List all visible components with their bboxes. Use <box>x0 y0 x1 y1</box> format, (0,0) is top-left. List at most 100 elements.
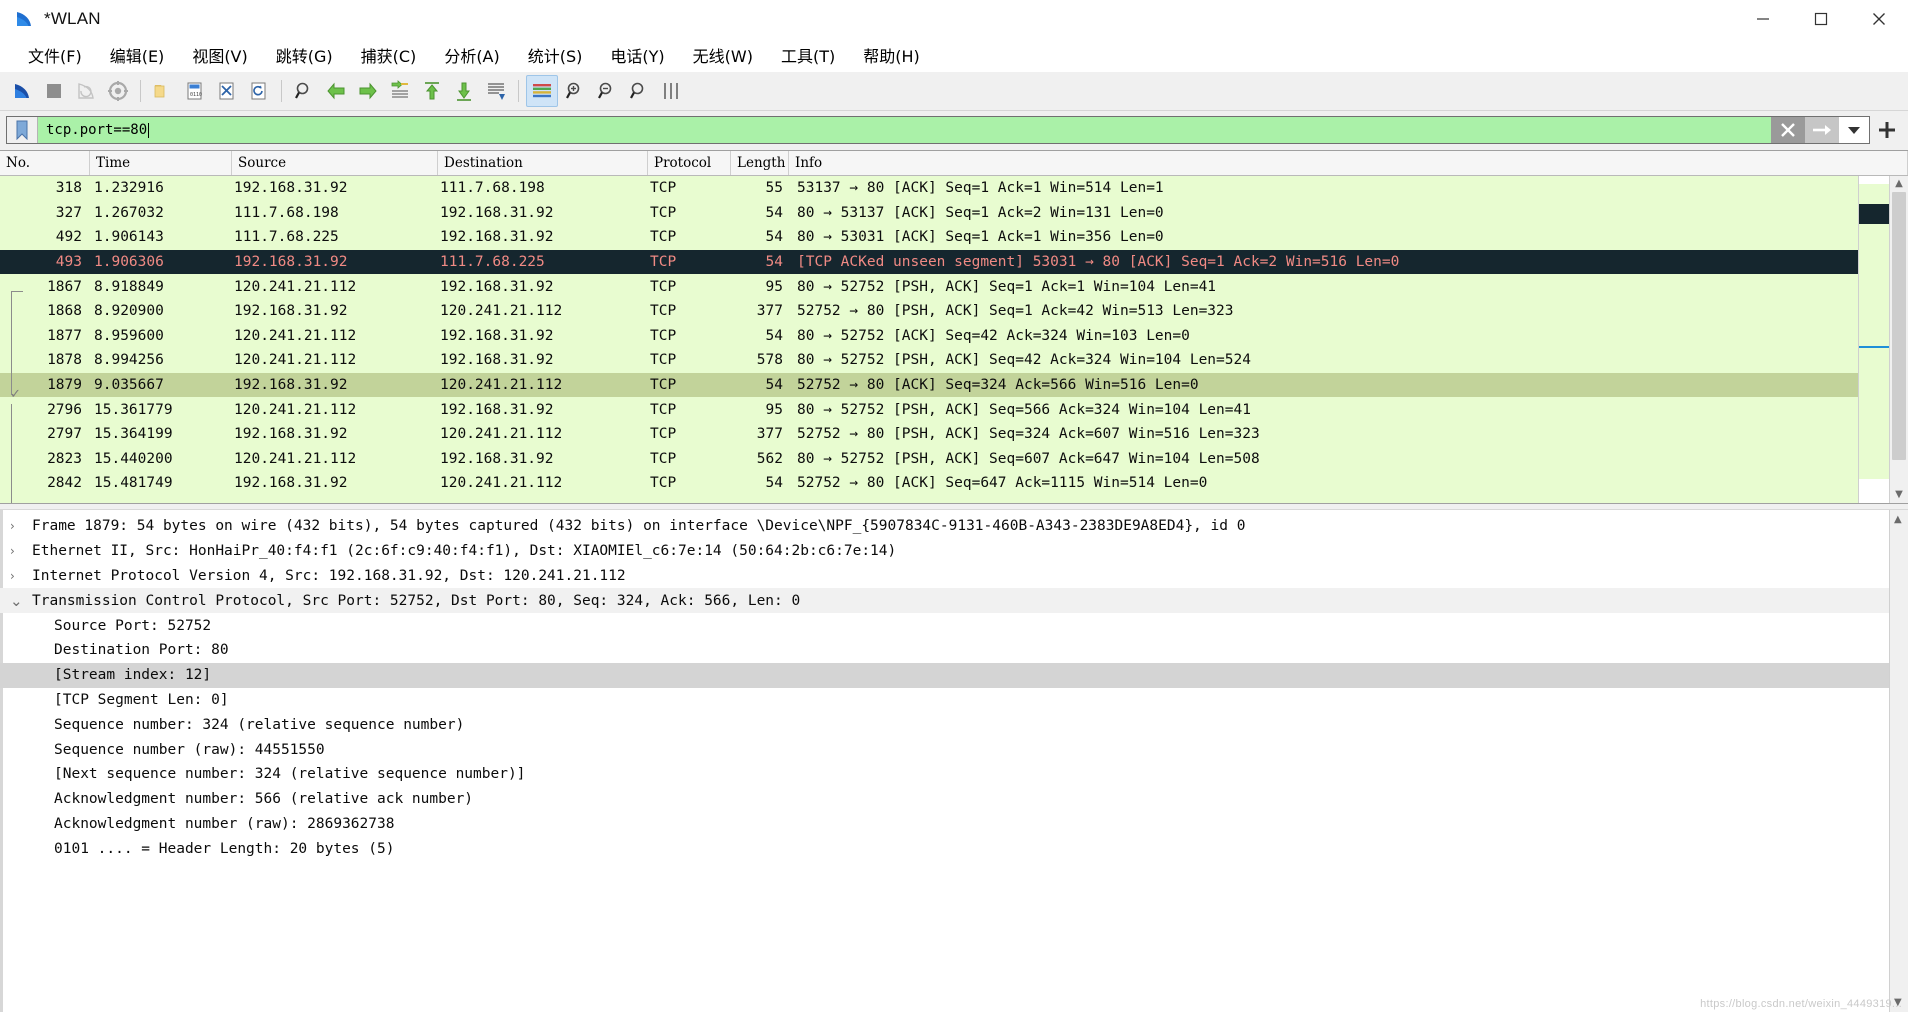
minimize-button[interactable] <box>1734 0 1792 38</box>
zoom-out-icon[interactable] <box>592 76 622 106</box>
packet-list-rows[interactable]: ✓ 318 1.232916 192.168.31.92 111.7.68.198 TC… <box>0 176 1858 503</box>
chevron-right-icon[interactable]: › <box>10 519 32 533</box>
detail-tree-row[interactable]: › Internet Protocol Version 4, Src: 192.1… <box>0 564 1889 589</box>
menu-file[interactable]: 文件(F) <box>14 39 96 71</box>
table-row[interactable]: 1878 8.994256 120.241.21.112 192.168.31.92 T… <box>0 348 1858 373</box>
cell-info: 80 → 53031 [ACK] Seq=1 Ack=1 Win=356 Len… <box>797 229 1164 246</box>
detail-tree-row[interactable]: Source Port: 52752 <box>0 613 1889 638</box>
menu-analyze[interactable]: 分析(A) <box>430 39 513 71</box>
menu-statistics[interactable]: 统计(S) <box>514 39 597 71</box>
detail-tree-row[interactable]: Sequence number: 324 (relative sequence … <box>0 712 1889 737</box>
cell-dst: 192.168.31.92 <box>440 352 554 369</box>
column-header-source[interactable]: Source <box>232 151 438 175</box>
menu-goto[interactable]: 跳转(G) <box>262 39 347 71</box>
cell-len: 95 <box>765 278 783 295</box>
detail-tree-row[interactable]: ⌄ Transmission Control Protocol, Src Port… <box>0 588 1889 614</box>
table-row[interactable]: 2796 15.361779 120.241.21.112 192.168.31.92… <box>0 397 1858 422</box>
detail-tree-row[interactable]: Acknowledgment number (raw): 2869362738 <box>0 812 1889 837</box>
detail-tree-row[interactable]: Acknowledgment number: 566 (relative ack… <box>0 787 1889 812</box>
start-capture-icon[interactable] <box>7 76 37 106</box>
zoom-reset-icon[interactable] <box>624 76 654 106</box>
column-header-protocol[interactable]: Protocol <box>648 151 731 175</box>
column-header-info[interactable]: Info <box>789 151 1908 175</box>
table-row[interactable]: 2842 15.481749 192.168.31.92 120.241.21.112… <box>0 471 1858 496</box>
cell-time: 9.035667 <box>94 377 164 394</box>
apply-filter-icon[interactable] <box>1805 117 1839 143</box>
column-header-destination[interactable]: Destination <box>438 151 648 175</box>
table-row[interactable]: 327 1.267032 111.7.68.198 192.168.31.92 TCP 5… <box>0 201 1858 226</box>
go-forward-arrow-icon[interactable] <box>353 76 383 106</box>
table-row[interactable]: 492 1.906143 111.7.68.225 192.168.31.92 TCP 5… <box>0 225 1858 250</box>
zoom-in-icon[interactable] <box>560 76 590 106</box>
display-filter-input[interactable]: tcp.port==80 <box>38 117 1771 143</box>
open-file-folder-icon[interactable] <box>148 76 178 106</box>
table-row[interactable]: 493 1.906306 192.168.31.92 111.7.68.225 TCP 5… <box>0 249 1858 275</box>
packet-list-pane: No. Time Source Destination Protocol Len… <box>0 150 1908 503</box>
table-row[interactable]: 318 1.232916 192.168.31.92 111.7.68.198 TCP 5… <box>0 176 1858 201</box>
packet-details-scrollbar[interactable]: ▲ ▼ <box>1889 510 1908 1012</box>
column-header-no[interactable]: No. <box>0 151 90 175</box>
cell-proto: TCP <box>650 204 677 221</box>
autoscroll-icon[interactable] <box>481 76 511 106</box>
pane-splitter[interactable] <box>0 503 1908 510</box>
cell-time: 1.906306 <box>94 254 164 271</box>
table-row[interactable]: 1877 8.959600 120.241.21.112 192.168.31.92 T… <box>0 324 1858 349</box>
menu-wireless[interactable]: 无线(W) <box>679 39 767 71</box>
menu-view[interactable]: 视图(V) <box>178 39 261 71</box>
chevron-down-icon[interactable]: ⌄ <box>10 593 32 608</box>
scroll-up-arrow-icon[interactable]: ▲ <box>1895 176 1903 192</box>
cell-time: 1.906143 <box>94 229 164 246</box>
find-packet-magnifier-icon[interactable] <box>289 76 319 106</box>
table-row[interactable]: 2823 15.440200 120.241.21.112 192.168.31.92… <box>0 447 1858 472</box>
detail-tree-row[interactable]: Destination Port: 80 <box>0 638 1889 663</box>
save-file-icon[interactable]: 0110 <box>180 76 210 106</box>
detail-tree-row[interactable]: › Frame 1879: 54 bytes on wire (432 bits)… <box>0 514 1889 539</box>
go-last-packet-icon[interactable] <box>449 76 479 106</box>
detail-tree-row[interactable]: 0101 .... = Header Length: 20 bytes (5) <box>0 836 1889 861</box>
chevron-right-icon[interactable]: › <box>10 544 32 558</box>
packet-list-scrollbar[interactable]: ▲ ▼ <box>1889 176 1908 503</box>
detail-tree-row[interactable]: Sequence number (raw): 44551550 <box>0 737 1889 762</box>
detail-tree-row[interactable]: [Stream index: 12] <box>0 662 1889 688</box>
restart-capture-icon[interactable] <box>71 76 101 106</box>
menu-tools[interactable]: 工具(T) <box>767 39 849 71</box>
table-row[interactable]: 1879 9.035667 192.168.31.92 120.241.21.112 T… <box>0 372 1858 398</box>
menu-capture[interactable]: 捕获(C) <box>347 39 431 71</box>
stop-capture-icon[interactable] <box>39 76 69 106</box>
filter-history-dropdown-icon[interactable] <box>1839 117 1869 143</box>
scroll-down-arrow-icon[interactable]: ▼ <box>1895 487 1903 503</box>
go-to-packet-icon[interactable] <box>385 76 415 106</box>
close-button[interactable] <box>1850 0 1908 38</box>
menu-telephony[interactable]: 电话(Y) <box>596 39 678 71</box>
scrollbar-thumb[interactable] <box>1892 192 1906 460</box>
close-file-icon[interactable] <box>212 76 242 106</box>
details-scroll-up-arrow-icon[interactable]: ▲ <box>1894 514 1902 525</box>
colorize-packet-list-icon[interactable] <box>526 75 558 107</box>
cell-time: 15.361779 <box>94 401 173 418</box>
clear-filter-icon[interactable] <box>1771 117 1805 143</box>
menu-edit[interactable]: 编辑(E) <box>96 39 179 71</box>
cell-info: 52752 → 80 [ACK] Seq=324 Ack=566 Win=516… <box>797 377 1199 394</box>
column-header-length[interactable]: Length <box>731 151 789 175</box>
table-row[interactable]: 2797 15.364199 192.168.31.92 120.241.21.112… <box>0 422 1858 447</box>
capture-options-gear-icon[interactable] <box>103 76 133 106</box>
go-first-packet-icon[interactable] <box>417 76 447 106</box>
table-row[interactable]: 1868 8.920900 192.168.31.92 120.241.21.112 T… <box>0 299 1858 324</box>
detail-tree-row[interactable]: › Ethernet II, Src: HonHaiPr_40:f4:f1 (2c… <box>0 539 1889 564</box>
maximize-button[interactable] <box>1792 0 1850 38</box>
go-back-arrow-icon[interactable] <box>321 76 351 106</box>
chevron-right-icon[interactable]: › <box>10 569 32 583</box>
reload-file-icon[interactable] <box>244 76 274 106</box>
column-header-time[interactable]: Time <box>90 151 232 175</box>
add-filter-button-icon[interactable] <box>1870 119 1904 141</box>
packet-list-intelligent-scrollbar[interactable] <box>1858 176 1889 503</box>
detail-tree-label: Internet Protocol Version 4, Src: 192.16… <box>32 567 626 584</box>
detail-tree-row[interactable]: [TCP Segment Len: 0] <box>0 688 1889 713</box>
detail-tree-row[interactable]: [Next sequence number: 324 (relative seq… <box>0 762 1889 787</box>
bookmark-icon[interactable] <box>7 117 38 143</box>
cell-proto: TCP <box>650 475 677 492</box>
packet-details-tree[interactable]: › Frame 1879: 54 bytes on wire (432 bits)… <box>0 510 1889 1012</box>
resize-columns-icon[interactable] <box>656 76 686 106</box>
menu-help[interactable]: 帮助(H) <box>849 39 934 71</box>
table-row[interactable]: 1867 8.918849 120.241.21.112 192.168.31.92 T… <box>0 274 1858 299</box>
